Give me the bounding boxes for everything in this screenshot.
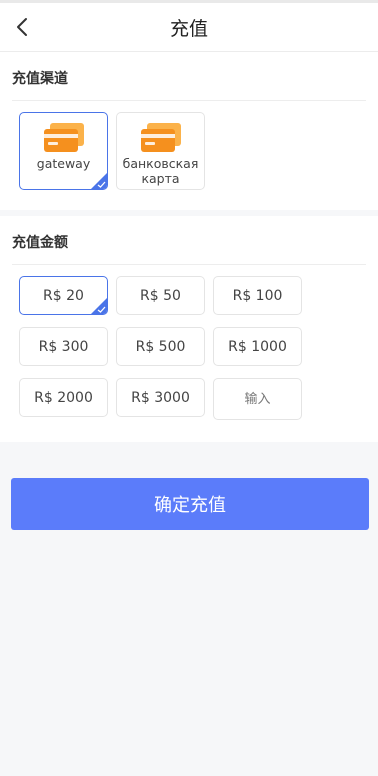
amount-option[interactable]: R$ 50 (116, 276, 205, 315)
channel-option-gateway[interactable]: gateway (19, 112, 108, 190)
page-header: 充值 (0, 3, 378, 52)
selected-check-icon (91, 173, 107, 189)
amount-option[interactable]: R$ 300 (19, 327, 108, 366)
confirm-recharge-button[interactable]: 确定充值 (11, 478, 369, 530)
amount-grid: R$ 20 R$ 50 R$ 100 R$ 300 R$ 500 R$ 1000… (0, 265, 378, 442)
channel-label: банковская карта (122, 156, 199, 186)
custom-amount-input[interactable] (213, 378, 302, 420)
amount-option[interactable]: R$ 3000 (116, 378, 205, 417)
amount-option[interactable]: R$ 100 (213, 276, 302, 315)
amount-section: 充值金额 R$ 20 R$ 50 R$ 100 R$ 300 R$ 500 R$… (0, 216, 378, 442)
amount-section-title: 充值金额 (12, 216, 366, 265)
channel-label: gateway (36, 156, 91, 171)
amount-label: R$ 50 (140, 287, 181, 304)
channel-section: 充值渠道 gateway банковская карта (0, 52, 378, 210)
selected-check-icon (91, 298, 107, 314)
channel-list: gateway банковская карта (0, 101, 378, 210)
amount-label: R$ 3000 (131, 389, 190, 406)
amount-label: R$ 300 (38, 338, 89, 355)
card-icon (43, 123, 84, 152)
channel-option-bank-card[interactable]: банковская карта (116, 112, 205, 190)
channel-section-title: 充值渠道 (12, 52, 366, 101)
amount-label: R$ 500 (135, 338, 186, 355)
amount-label: R$ 1000 (228, 338, 287, 355)
card-icon (140, 123, 181, 152)
amount-label: R$ 20 (43, 287, 84, 304)
back-button[interactable] (8, 11, 38, 43)
amount-option[interactable]: R$ 20 (19, 276, 108, 315)
amount-option[interactable]: R$ 2000 (19, 378, 108, 417)
amount-label: R$ 2000 (34, 389, 93, 406)
amount-option[interactable]: R$ 500 (116, 327, 205, 366)
amount-label: R$ 100 (232, 287, 283, 304)
confirm-area: 确定充值 (0, 442, 378, 530)
chevron-left-icon (17, 18, 27, 36)
page-title: 充值 (169, 17, 208, 40)
amount-option[interactable]: R$ 1000 (213, 327, 302, 366)
